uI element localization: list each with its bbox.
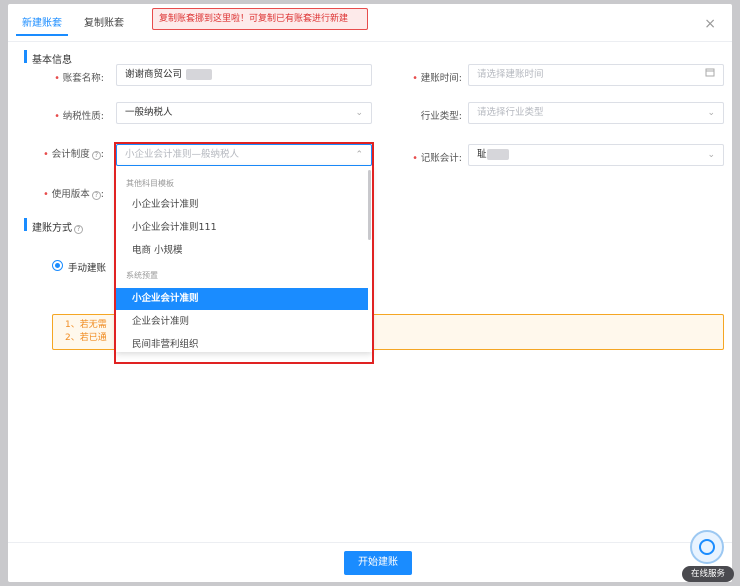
- dropdown-group-label: 系统预置: [126, 271, 158, 280]
- active-tab-indicator: [16, 34, 68, 36]
- redacted-area: [486, 149, 509, 160]
- help-icon[interactable]: ?: [91, 151, 101, 160]
- industry-label: 行业类型:: [420, 111, 462, 122]
- dropdown-scrollbar[interactable]: [368, 170, 371, 240]
- annotation-tip: 复制账套挪到这里啦！可复制已有账套进行新建: [152, 8, 368, 30]
- tab-copy-account[interactable]: 复制账套: [84, 14, 124, 29]
- accounting-system-select[interactable]: 小企业会计准则—般纳税人 ⌃: [116, 144, 372, 166]
- tab-new-account[interactable]: 新建账套: [22, 14, 62, 29]
- close-icon[interactable]: ×: [704, 17, 716, 31]
- chevron-down-icon: ⌄: [707, 108, 715, 118]
- dropdown-group-label: 其他科目模板: [126, 179, 174, 188]
- create-time-label: • 建账时间:: [412, 73, 462, 84]
- section-marker: [24, 218, 27, 231]
- create-time-picker[interactable]: 请选择建账时间: [468, 64, 724, 86]
- account-name-label: • 账套名称:: [54, 73, 104, 84]
- manual-radio[interactable]: [52, 260, 63, 271]
- manual-radio-label: 手动建账: [68, 263, 107, 274]
- start-button[interactable]: 开始建账: [344, 551, 412, 575]
- online-service-widget[interactable]: 在线服务: [682, 530, 734, 582]
- dropdown-option[interactable]: 小企业会计准则: [116, 194, 368, 216]
- help-icon[interactable]: ?: [91, 191, 101, 200]
- new-account-dialog: 新建账套 复制账套 复制账套挪到这里啦！可复制已有账套进行新建 × 基本信息 •…: [8, 4, 732, 582]
- dropdown-option[interactable]: 电商 小规模: [116, 240, 368, 262]
- account-name-input[interactable]: 谢谢商贸公司: [116, 64, 372, 86]
- service-label: 在线服务: [682, 566, 734, 582]
- dropdown-option[interactable]: 民间非营利组织: [116, 334, 368, 352]
- section-marker: [24, 50, 27, 63]
- footer-divider: [8, 542, 732, 543]
- chevron-down-icon: ⌄: [707, 150, 715, 160]
- calendar-icon: [705, 65, 715, 85]
- section-title-basic: 基本信息: [32, 55, 72, 66]
- tax-type-label: • 纳税性质:: [54, 111, 104, 122]
- accountant-select[interactable]: 耻 ⌄: [468, 144, 724, 166]
- section-title-method: 建账方式?: [32, 219, 83, 234]
- chevron-up-icon: ⌃: [355, 150, 363, 160]
- help-icon[interactable]: ?: [74, 225, 83, 234]
- accounting-system-label: • 会计制度?:: [43, 149, 104, 160]
- chevron-down-icon: ⌄: [355, 108, 363, 118]
- chat-icon: [690, 530, 724, 564]
- dropdown-option[interactable]: 小企业会计准则111: [116, 217, 368, 239]
- industry-select[interactable]: 请选择行业类型 ⌄: [468, 102, 724, 124]
- tax-type-select[interactable]: 一般纳税人 ⌄: [116, 102, 372, 124]
- redacted-area: [186, 69, 213, 80]
- version-label: • 使用版本?:: [43, 189, 104, 200]
- accounting-system-dropdown: 其他科目模板 小企业会计准则 小企业会计准则111 电商 小规模 系统预置 小企…: [116, 166, 372, 352]
- tab-bar: 新建账套 复制账套 复制账套挪到这里啦！可复制已有账套进行新建 ×: [8, 4, 732, 42]
- accountant-label: • 记账会计:: [412, 153, 462, 164]
- dropdown-option[interactable]: 企业会计准则: [116, 311, 368, 333]
- dropdown-option-selected[interactable]: 小企业会计准则: [116, 288, 368, 310]
